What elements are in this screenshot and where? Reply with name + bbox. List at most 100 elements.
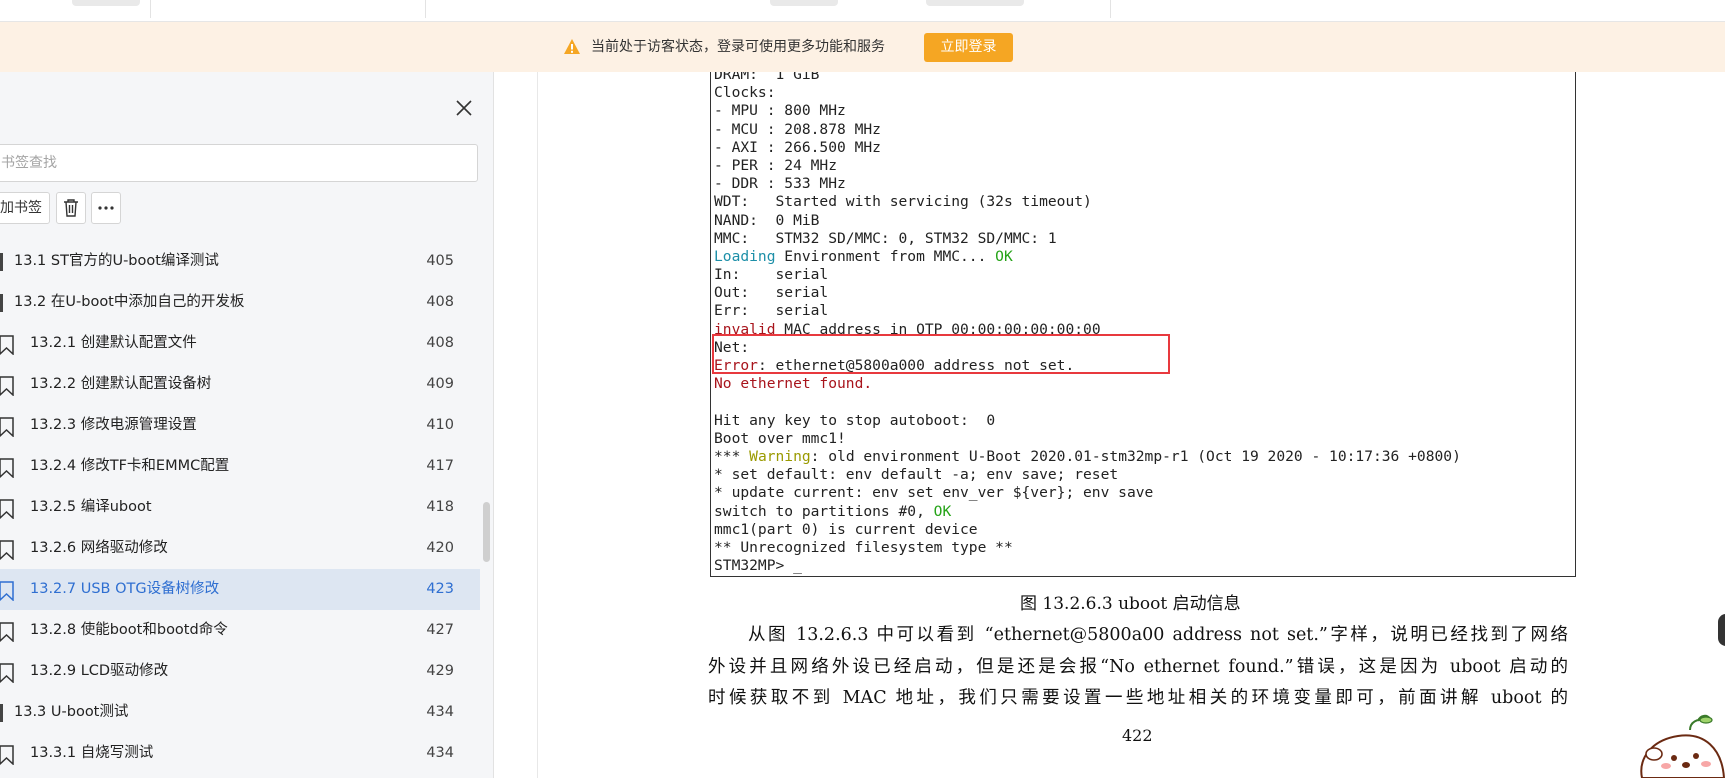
guest-notice-text: 当前处于访客状态，登录可使用更多功能和服务	[591, 39, 885, 55]
more-options-button[interactable]	[91, 192, 121, 224]
console-line: - AXI : 266.500 MHz	[714, 139, 1461, 157]
bookmark-icon	[0, 745, 14, 765]
toc-item-label: 13.2 在U-boot中添加自己的开发板	[14, 294, 245, 310]
console-line: MMC: STM32 SD/MMC: 0, STM32 SD/MMC: 1	[714, 230, 1461, 248]
console-text: NAND: 0 MiB	[714, 211, 820, 229]
console-text: MMC: STM32 SD/MMC: 0, STM32 SD/MMC: 1	[714, 229, 1057, 247]
warning-icon	[564, 39, 580, 54]
toc-item[interactable]: 13.2.6 网络驱动修改 420	[0, 528, 480, 569]
console-line: ** Unrecognized filesystem type **	[714, 539, 1461, 557]
toc-item-label: 13.2.5 编译uboot	[30, 499, 152, 515]
console-text: WDT: Started with servicing (32s timeout…	[714, 193, 1092, 211]
console-text: ** Unrecognized filesystem type **	[714, 538, 1013, 556]
console-text: No ethernet found.	[714, 375, 873, 393]
bookmark-list: 13.1 ST官方的U-boot编译测试 405 13.2 在U-boot中添加自己…	[0, 241, 480, 774]
page-number: 422	[1122, 726, 1153, 745]
console-line: mmc1(part 0) is current device	[714, 521, 1461, 539]
bookmark-search-input[interactable]	[0, 144, 478, 182]
toc-item[interactable]: 13.2.7 USB OTG设备树修改 423	[0, 569, 480, 610]
sidebar-scrollbar[interactable]	[483, 502, 490, 562]
console-line: - DDR : 533 MHz	[714, 175, 1461, 193]
toc-item[interactable]: 13.3 U-boot测试 434	[0, 692, 480, 733]
toc-item-label: 13.2.4 修改TF卡和EMMC配置	[30, 458, 230, 474]
paragraph-line: 外设并且网络外设已经启动，但是还是会报“No ethernet found.”错…	[708, 656, 1568, 677]
toc-item[interactable]: 13.3.1 自烧写测试 434	[0, 733, 480, 774]
mascot-image	[1640, 714, 1725, 778]
console-text: mmc1(part 0) is current device	[714, 520, 978, 538]
toc-item[interactable]: 13.2.9 LCD驱动修改 429	[0, 651, 480, 692]
close-icon[interactable]	[452, 96, 476, 120]
console-text: In: serial	[714, 266, 829, 284]
delete-bookmark-button[interactable]	[56, 192, 86, 224]
toolbar-button[interactable]	[926, 0, 1024, 6]
console-text: - MPU : 800 MHz	[714, 102, 846, 120]
toc-level-marker	[0, 704, 3, 722]
console-line: Err: serial	[714, 302, 1461, 320]
toc-item-label: 13.2.8 使能boot和bootd命令	[30, 622, 228, 638]
toc-item[interactable]: 13.2.2 创建默认配置设备树 409	[0, 364, 480, 405]
bookmark-sidebar: 加书签 13.1 ST官方的U-boot编译测试 405 13.2 在U-boot中…	[0, 72, 494, 778]
console-text: DRAM: 1 GiB	[714, 72, 820, 83]
toc-item-page: 420	[426, 540, 454, 556]
console-text: - AXI : 266.500 MHz	[714, 138, 881, 156]
console-line: Boot over mmc1!	[714, 430, 1461, 448]
login-button[interactable]: 立即登录	[924, 33, 1013, 62]
toc-item[interactable]: 13.2 在U-boot中添加自己的开发板 408	[0, 282, 480, 323]
toc-item[interactable]: 13.2.5 编译uboot 418	[0, 487, 480, 528]
console-text: Warning	[749, 447, 811, 465]
toc-item-label: 13.2.1 创建默认配置文件	[30, 335, 197, 351]
side-panel-tab[interactable]	[1718, 614, 1725, 646]
toc-item-page: 434	[426, 745, 454, 761]
bookmark-icon	[0, 376, 14, 396]
toc-item[interactable]: 13.2.3 修改电源管理设置 410	[0, 405, 480, 446]
console-text: ***	[714, 447, 750, 465]
toc-item-page: 418	[426, 499, 454, 515]
console-line: NAND: 0 MiB	[714, 212, 1461, 230]
bookmark-icon	[0, 458, 14, 478]
console-text: - DDR : 533 MHz	[714, 175, 846, 193]
console-text: STM32MP> _	[714, 557, 802, 575]
toolbar-button[interactable]	[770, 0, 838, 6]
toolbar-divider	[1110, 0, 1111, 18]
toc-item-page: 410	[426, 417, 454, 433]
console-text: Clocks:	[714, 84, 776, 102]
toc-item[interactable]: 13.2.8 使能boot和bootd命令 427	[0, 610, 480, 651]
console-text: Boot over mmc1!	[714, 429, 846, 447]
add-bookmark-button[interactable]: 加书签	[0, 192, 50, 224]
toc-item-page: 408	[426, 294, 454, 310]
trash-icon	[64, 199, 78, 217]
toc-item-page: 429	[426, 663, 454, 679]
toc-item-page: 417	[426, 458, 454, 474]
console-line: Hit any key to stop autoboot: 0	[714, 412, 1461, 430]
toc-item-page: 408	[426, 335, 454, 351]
toc-level-marker	[0, 294, 3, 312]
toc-item-label: 13.3.1 自烧写测试	[30, 745, 154, 761]
toolbar-button[interactable]	[72, 0, 140, 6]
toc-item-page: 409	[426, 376, 454, 392]
console-text: : old environment U-Boot 2020.01-stm32mp…	[810, 447, 1461, 465]
console-line: Out: serial	[714, 284, 1461, 302]
console-text: Loading	[714, 247, 776, 265]
toc-item-page: 423	[426, 581, 454, 597]
toc-item-label: 13.2.2 创建默认配置设备树	[30, 376, 212, 392]
console-text: Hit any key to stop autoboot: 0	[714, 411, 996, 429]
paragraph-line: 时候获取不到 MAC 地址，我们只需要设置一些地址相关的环境变量即可，前面讲解 …	[708, 688, 1568, 708]
toc-item[interactable]: 13.1 ST官方的U-boot编译测试 405	[0, 241, 480, 282]
console-line: * update current: env set env_ver ${ver}…	[714, 484, 1461, 502]
console-line: switch to partitions #0, OK	[714, 503, 1461, 521]
console-line: *** Warning: old environment U-Boot 2020…	[714, 448, 1461, 466]
top-toolbar	[0, 0, 1725, 22]
console-line: STM32MP> _	[714, 557, 1461, 575]
bookmark-icon	[0, 335, 14, 355]
bookmark-icon	[0, 540, 14, 560]
console-text: - PER : 24 MHz	[714, 156, 838, 174]
console-text: switch to partitions #0,	[714, 502, 934, 520]
toc-item-label: 13.1 ST官方的U-boot编译测试	[14, 253, 219, 269]
console-text: OK	[933, 502, 952, 520]
toc-item-page: 434	[426, 704, 454, 720]
toc-item[interactable]: 13.2.4 修改TF卡和EMMC配置 417	[0, 446, 480, 487]
toc-item[interactable]: 13.2.1 创建默认配置文件 408	[0, 323, 480, 364]
page-edge	[537, 72, 538, 778]
toc-item-label: 13.3 U-boot测试	[14, 704, 129, 720]
